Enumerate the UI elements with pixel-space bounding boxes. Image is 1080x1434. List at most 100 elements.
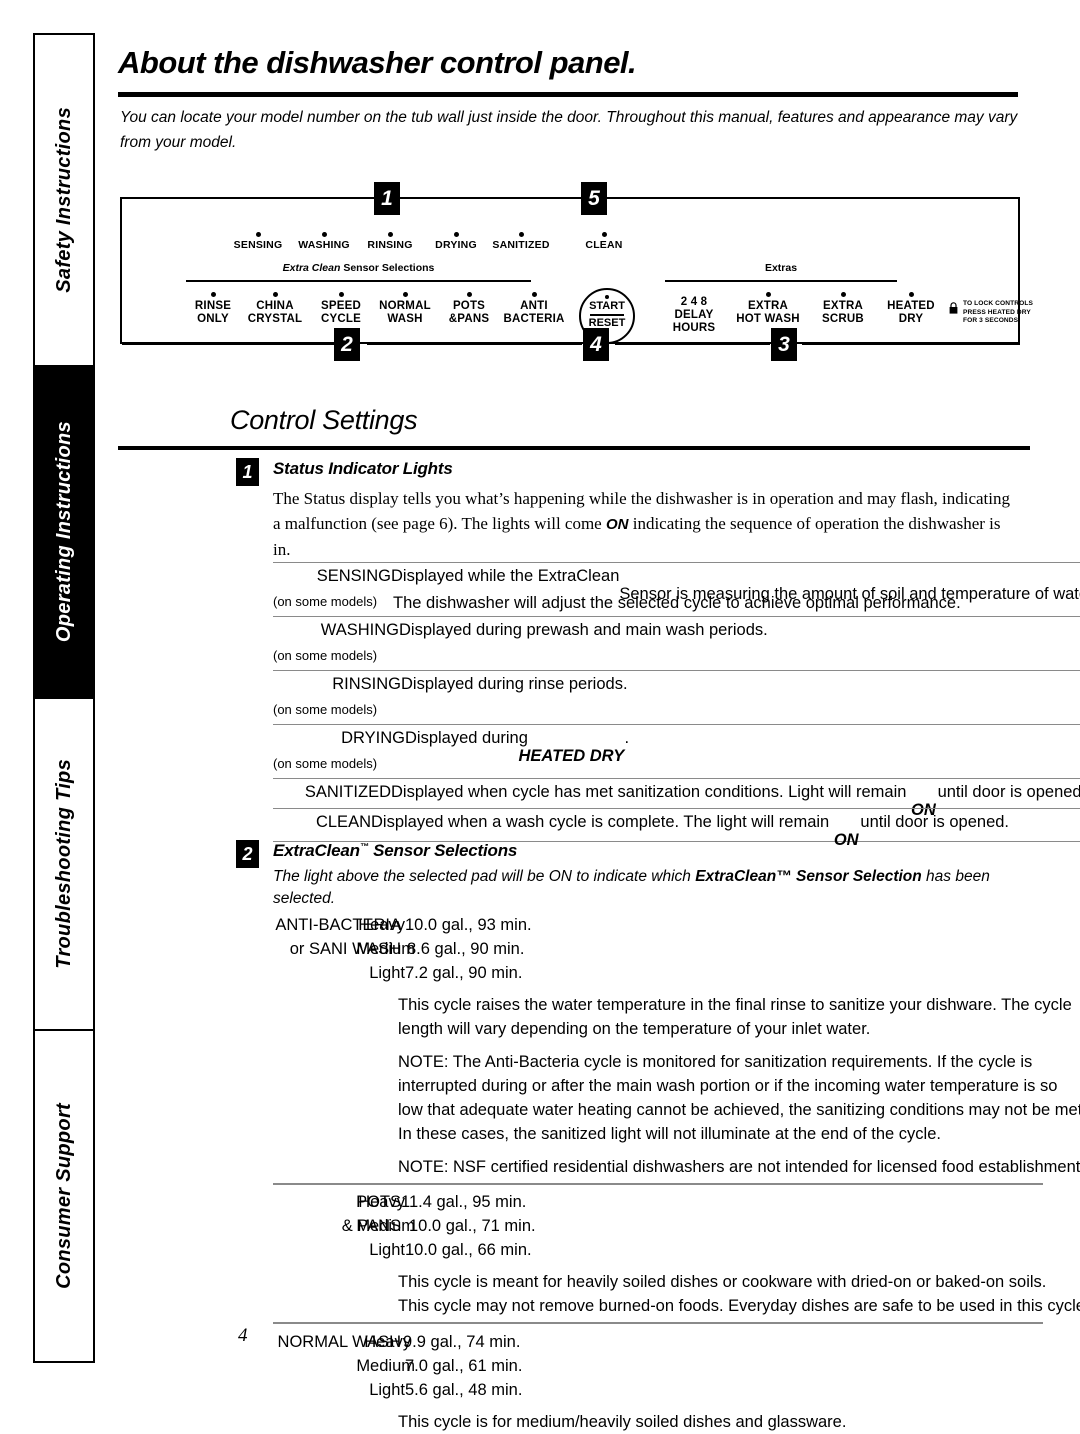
callout-lead-line (122, 197, 374, 199)
callout-lead-line (802, 343, 1020, 345)
status-row-models-note: (on some models) (273, 756, 378, 771)
cycle-load-medium: Medium (356, 1357, 415, 1375)
cycle-paragraph: NOTE: The Anti-Bacteria cycle is monitor… (398, 1053, 1033, 1071)
status-row-models-note: (on some models) (273, 648, 378, 663)
led-indicator (210, 292, 216, 297)
pad-extra-scrub[interactable]: EXTRA SCRUB (808, 292, 878, 326)
status-row-name: DRYING (341, 729, 405, 747)
cycle-paragraph: interrupted during or after the main was… (398, 1077, 1058, 1095)
pad-anti-bacteria[interactable]: ANTI BACTERIA (494, 292, 574, 326)
callout-5: 5 (581, 182, 607, 215)
pad-label-line1: CHINA (256, 300, 294, 312)
sidebar-tab-consumer-support[interactable]: Consumer Support (35, 1031, 93, 1361)
lock-controls-note: TO LOCK CONTROLS PRESS HEATED DRY FOR 3 … (963, 300, 1033, 326)
pad-heated-dry[interactable]: HEATED DRY (875, 292, 947, 326)
section-2-title: ExtraClean™ Sensor Selections (273, 841, 517, 861)
status-row-desc-line2: The dishwasher will adjust the selected … (393, 594, 961, 612)
sidebar-tab-label: Consumer Support (52, 1103, 75, 1289)
control-panel-diagram: 1 5 2 4 3 SENSING WASHING RINSING DRYING… (118, 60, 1038, 370)
sensor-group-label: Extra Clean Sensor Selections (186, 262, 531, 274)
pad-label-line2: WASH (387, 313, 423, 325)
extras-group-rule (665, 280, 897, 282)
sidebar-tab-label: Operating Instructions (52, 421, 75, 643)
lock-note-line1: TO LOCK CONTROLS (963, 300, 1033, 307)
status-lights-table: SENSINGDisplayed while the ExtraClean Sen… (273, 562, 1080, 849)
sidebar-tab-label: Troubleshooting Tips (52, 759, 75, 969)
table-row: WASHINGDisplayed during prewash and main… (273, 616, 1080, 670)
status-row-desc: Displayed during prewash and main wash p… (399, 621, 768, 639)
cycle-load-light: Light (369, 1381, 405, 1399)
pad-china-crystal[interactable]: CHINA CRYSTAL (238, 292, 312, 326)
cycle-value-medium: 10.0 gal., 71 min. (409, 1217, 536, 1235)
status-light-clean: CLEAN (562, 232, 646, 252)
section-2-title-rest: Sensor Selections (368, 841, 518, 860)
cycle-paragraph: low that adequate water heating cannot b… (398, 1101, 1080, 1119)
cycle-paragraph: This cycle is for medium/heavily soiled … (398, 1413, 847, 1431)
pad-extra-hot-wash[interactable]: EXTRA HOT WASH (728, 292, 808, 326)
callout-lead-line (613, 197, 1020, 199)
pad-label-line1: SPEED (321, 300, 361, 312)
section-2-title-main: ExtraClean (273, 841, 360, 860)
led-indicator (255, 232, 261, 237)
cycle-value-medium: 7.0 gal., 61 min. (405, 1357, 523, 1375)
status-row-name: SANITIZED (304, 783, 391, 801)
control-settings-heading: Control Settings (230, 405, 418, 435)
cycle-load-heavy: Heavy (358, 916, 405, 934)
cycle-load-light: Light (369, 1241, 405, 1259)
status-light-label: SANITIZED (492, 239, 550, 251)
extraclean-emphasis: ExtraClean™ Sensor Selection (695, 868, 922, 885)
cycle-paragraph: This cycle raises the water temperature … (398, 996, 1072, 1014)
on-emphasis: ON (605, 516, 629, 533)
table-row: RINSINGDisplayed during rinse periods. (… (273, 670, 1080, 724)
cycle-value-heavy: 10.0 gal., 93 min. (405, 916, 532, 934)
cycle-load-medium: Medium (356, 1217, 415, 1235)
sensor-group-label-italic: Extra Clean (282, 262, 341, 274)
cycle-paragraph: length will vary depending on the temper… (398, 1020, 871, 1038)
led-indicator (601, 232, 607, 237)
delay-hours-numbers: 2 4 8 (680, 296, 708, 308)
page-content: About the dishwasher control panel. You … (118, 0, 1080, 1431)
cycle-divider (273, 1183, 1043, 1185)
cycle-paragraph: This cycle is meant for heavily soiled d… (398, 1273, 1047, 1291)
pad-label-line1: HEATED (887, 300, 935, 312)
page-number: 4 (238, 1325, 248, 1346)
status-row-models-note: (on some models) (273, 594, 378, 609)
table-row: SANITIZEDDisplayed when cycle has met sa… (273, 778, 1080, 819)
control-settings-divider (118, 446, 1030, 450)
pad-normal-wash[interactable]: NORMAL WASH (368, 292, 442, 326)
section-number-2: 2 (236, 840, 259, 868)
callout-lead-line (615, 343, 770, 345)
cycle-value-heavy: 9.9 gal., 74 min. (403, 1333, 521, 1351)
cycle-value-heavy: 11.4 gal., 95 min. (401, 1193, 527, 1211)
section-2-intro: The light above the selected pad will be… (273, 866, 1008, 910)
table-row: CLEANDisplayed when a wash cycle is comp… (273, 808, 1080, 849)
led-indicator (605, 295, 609, 299)
led-indicator (518, 232, 524, 237)
sidebar-tab-operating-instructions[interactable]: Operating Instructions (35, 367, 93, 699)
status-light-sanitized: SANITIZED (479, 232, 563, 252)
cycle-load-medium: Medium (356, 940, 415, 958)
delay-hours-line2: DELAY (674, 309, 714, 321)
status-light-label: CLEAN (585, 239, 623, 251)
status-row-name: CLEAN (315, 813, 371, 831)
status-row-desc-end: until door is opened. (933, 783, 1080, 801)
status-light-label: RINSING (367, 239, 413, 251)
pad-label-line1: EXTRA (748, 300, 788, 312)
pad-label-line2: DRY (898, 313, 924, 325)
led-indicator (531, 292, 537, 297)
callout-lead-line (367, 343, 582, 345)
cycle-load-heavy: Heavy (358, 1193, 405, 1211)
table-row: DRYINGDisplayed during HEATED DRY. (on s… (273, 724, 1080, 778)
pad-label-line2: CYCLE (321, 313, 361, 325)
sensor-group-label-rest: Sensor Selections (340, 262, 435, 274)
pad-delay-hours[interactable]: 2 4 8 DELAY HOURS (660, 296, 728, 335)
pad-speed-cycle[interactable]: SPEED CYCLE (305, 292, 377, 326)
pad-label-line2: BACTERIA (503, 313, 565, 325)
sensor-group-rule (186, 280, 531, 282)
led-indicator (338, 292, 344, 297)
sidebar-tab-troubleshooting-tips[interactable]: Troubleshooting Tips (35, 699, 93, 1031)
table-row: SENSINGDisplayed while the ExtraClean Sen… (273, 562, 1080, 616)
sidebar-tab-safety-instructions[interactable]: Safety Instructions (35, 35, 93, 367)
cycle-load-heavy: Heavy (364, 1333, 411, 1351)
status-row-models-note: (on some models) (273, 702, 378, 717)
